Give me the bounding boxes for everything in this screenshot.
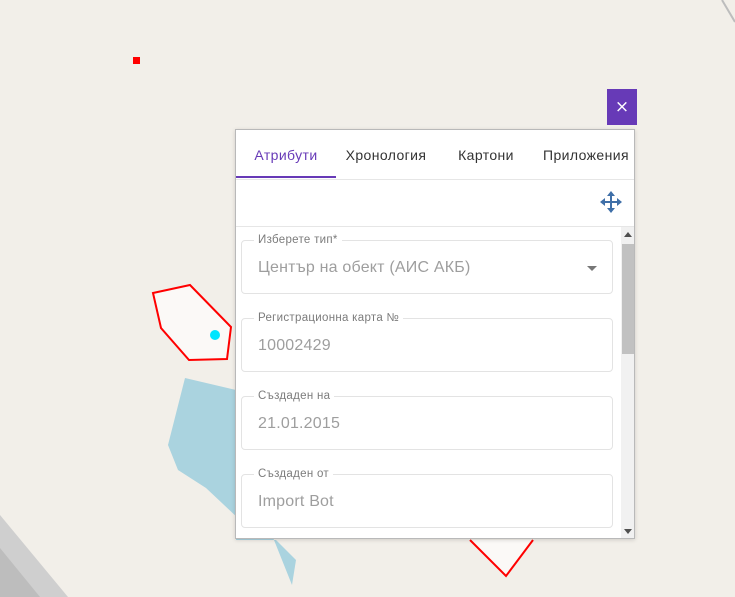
created-by-label: Създаден от — [254, 467, 333, 481]
tab-chronology[interactable]: Хронология — [336, 130, 436, 178]
attributes-panel: Атрибути Хронология Картони Приложения И… — [235, 129, 635, 539]
created-by-field[interactable]: Създаден от Import Bot — [241, 467, 613, 528]
scrollbar-thumb[interactable] — [622, 244, 634, 354]
registration-card-field[interactable]: Регистрационна карта № 10002429 — [241, 311, 613, 372]
tab-bar: Атрибути Хронология Картони Приложения — [236, 130, 634, 180]
created-on-label: Създаден на — [254, 389, 335, 403]
close-button[interactable]: × — [607, 89, 637, 125]
panel-toolbar — [236, 179, 634, 227]
tab-cartons[interactable]: Картони — [436, 130, 536, 178]
type-select[interactable]: Изберете тип* Център на обект (АИС АКБ) — [241, 233, 613, 294]
chevron-down-icon[interactable] — [587, 266, 597, 271]
close-icon: × — [614, 97, 630, 117]
type-select-label: Изберете тип* — [254, 233, 342, 247]
created-on-field[interactable]: Създаден на 21.01.2015 — [241, 389, 613, 450]
active-tab-indicator — [236, 176, 336, 178]
registration-card-value: 10002429 — [258, 337, 331, 354]
move-arrows-icon[interactable] — [600, 191, 622, 213]
created-by-value: Import Bot — [258, 493, 334, 510]
map-point-marker[interactable] — [133, 57, 140, 64]
map-selected-point[interactable] — [210, 330, 220, 340]
tab-attributes[interactable]: Атрибути — [236, 130, 336, 178]
registration-card-label: Регистрационна карта № — [254, 311, 404, 325]
type-select-value: Център на обект (АИС АКБ) — [258, 259, 471, 276]
created-on-value: 21.01.2015 — [258, 415, 341, 432]
form-scrollbar[interactable] — [621, 227, 634, 538]
scroll-down-arrow-icon[interactable] — [624, 529, 632, 534]
scroll-up-arrow-icon[interactable] — [624, 232, 632, 237]
tab-attachments[interactable]: Приложения — [536, 130, 636, 178]
attributes-form: Изберете тип* Център на обект (АИС АКБ) … — [236, 227, 621, 538]
